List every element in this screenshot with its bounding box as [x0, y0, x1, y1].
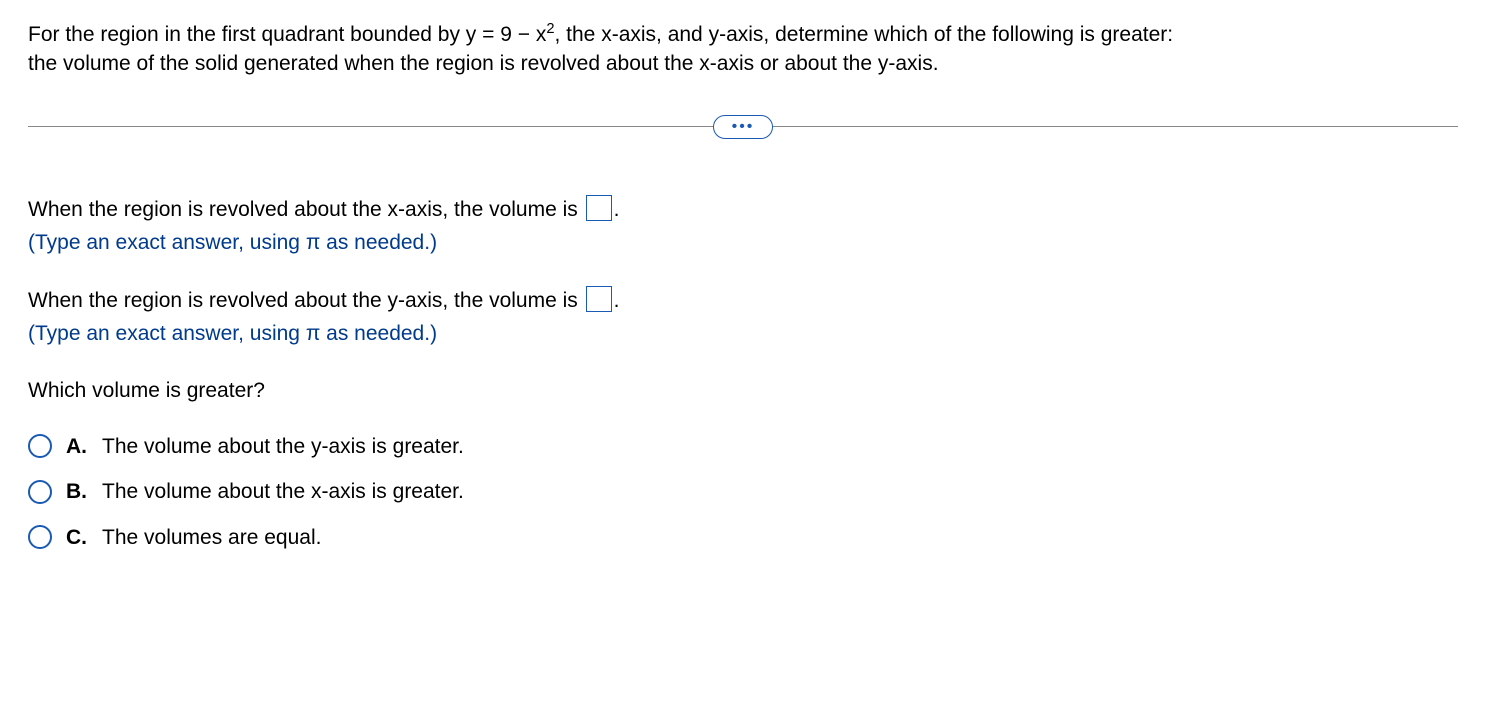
choice-b-row[interactable]: B. The volume about the x-axis is greate…	[28, 477, 1458, 506]
divider-line-left	[28, 126, 713, 127]
choice-b-letter: B.	[66, 477, 90, 506]
choice-c-text: The volumes are equal.	[102, 523, 321, 552]
part2-text-post: .	[614, 289, 620, 312]
question-statement: For the region in the first quadrant bou…	[28, 20, 1458, 79]
choice-a-radio[interactable]	[28, 434, 52, 458]
choice-a-letter: A.	[66, 432, 90, 461]
choice-c-radio[interactable]	[28, 525, 52, 549]
part1-text-pre: When the region is revolved about the x-…	[28, 198, 584, 221]
part2-answer-input[interactable]	[586, 286, 612, 312]
divider-line-right	[773, 126, 1458, 127]
part1-hint: (Type an exact answer, using π as needed…	[28, 228, 1458, 257]
choice-b-text: The volume about the x-axis is greater.	[102, 477, 464, 506]
part2-hint: (Type an exact answer, using π as needed…	[28, 319, 1458, 348]
part2-prompt: When the region is revolved about the y-…	[28, 286, 1458, 315]
part1-answer-input[interactable]	[586, 195, 612, 221]
choice-c-letter: C.	[66, 523, 90, 552]
choice-a-text: The volume about the y-axis is greater.	[102, 432, 464, 461]
section-divider: •••	[28, 115, 1458, 139]
question-line1-post: , the x-axis, and y-axis, determine whic…	[555, 23, 1174, 46]
expand-button[interactable]: •••	[713, 115, 773, 139]
choice-b-radio[interactable]	[28, 480, 52, 504]
question-line2: the volume of the solid generated when t…	[28, 52, 939, 75]
question-line1-pre: For the region in the first quadrant bou…	[28, 23, 546, 46]
choice-a-row[interactable]: A. The volume about the y-axis is greate…	[28, 432, 1458, 461]
question-exponent: 2	[546, 21, 554, 37]
part2-text-pre: When the region is revolved about the y-…	[28, 289, 584, 312]
part1-prompt: When the region is revolved about the x-…	[28, 195, 1458, 224]
which-greater-question: Which volume is greater?	[28, 376, 1458, 405]
part1-text-post: .	[614, 198, 620, 221]
choice-c-row[interactable]: C. The volumes are equal.	[28, 523, 1458, 552]
